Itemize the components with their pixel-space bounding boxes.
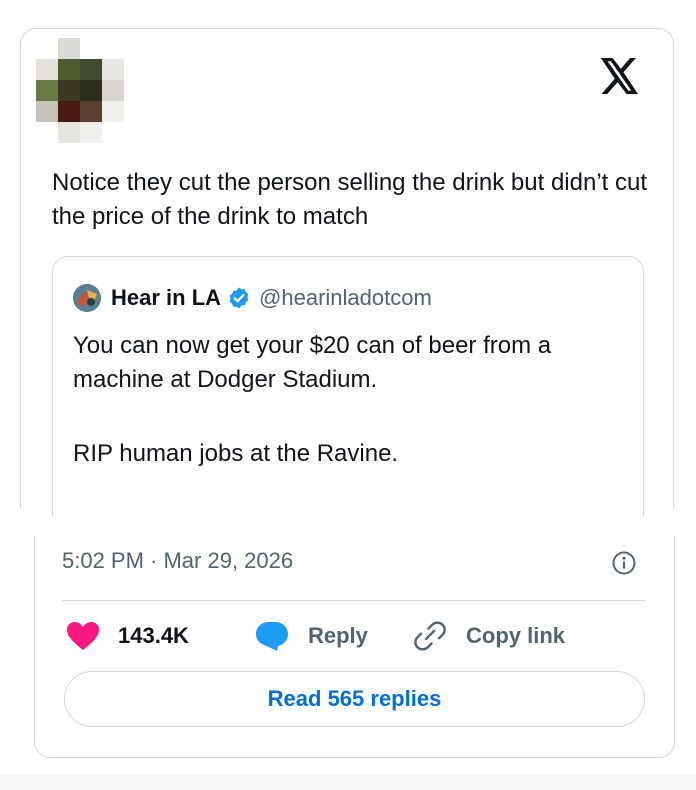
quoted-author-avatar[interactable] xyxy=(73,284,101,312)
copy-link-button[interactable]: Copy link xyxy=(412,618,565,654)
quoted-author-name[interactable]: Hear in LA xyxy=(111,285,221,311)
verified-badge-icon xyxy=(227,286,251,310)
quoted-tweet[interactable]: Hear in LA @hearinladotcom You can now g… xyxy=(52,256,644,516)
like-button[interactable]: 143.4K xyxy=(66,618,189,654)
read-replies-button[interactable]: Read 565 replies xyxy=(64,671,645,727)
heart-icon xyxy=(67,622,99,650)
divider xyxy=(62,600,646,601)
author-handle-pixelated xyxy=(140,102,426,144)
quoted-tweet-text: You can now get your $20 can of beer fro… xyxy=(73,332,552,393)
tweet-timestamp[interactable]: 5:02 PM · Mar 29, 2026 xyxy=(62,548,293,574)
page-bottom-edge xyxy=(0,775,696,790)
quoted-tweet-header: Hear in LA @hearinladotcom xyxy=(73,283,432,313)
reply-button[interactable]: Reply xyxy=(254,618,368,654)
reply-label: Reply xyxy=(308,623,368,648)
reply-bubble-icon xyxy=(256,622,288,651)
like-count: 143.4K xyxy=(118,623,189,648)
quoted-tweet-text-2: RIP human jobs at the Ravine. xyxy=(73,440,399,467)
link-icon xyxy=(414,621,446,651)
x-logo-icon[interactable] xyxy=(600,58,640,94)
copy-link-label: Copy link xyxy=(466,623,566,648)
quoted-author-handle[interactable]: @hearinladotcom xyxy=(259,285,432,311)
author-avatar-pixelated xyxy=(36,38,124,144)
author-name-pixelated xyxy=(140,58,338,100)
tweet-text: Notice they cut the person selling the d… xyxy=(52,169,648,230)
info-icon[interactable] xyxy=(611,550,637,576)
